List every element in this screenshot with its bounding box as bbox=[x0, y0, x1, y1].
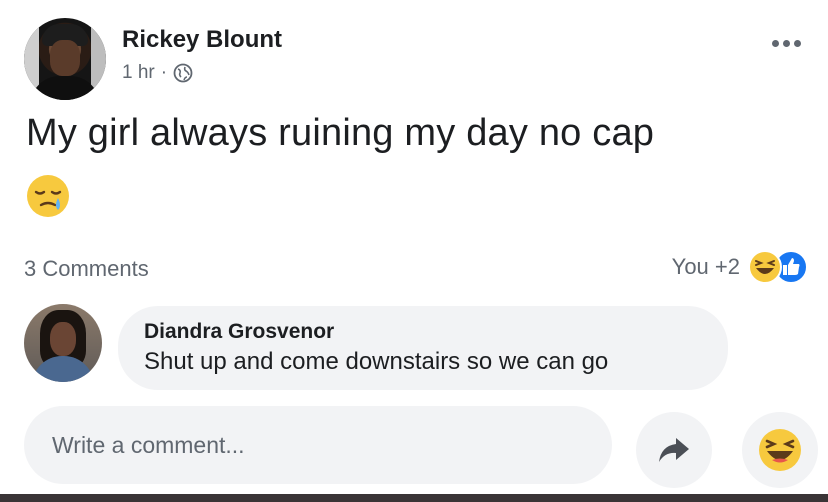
write-comment-input[interactable] bbox=[24, 406, 612, 484]
post-meta: 1 hr · bbox=[122, 62, 193, 84]
bottom-divider bbox=[0, 494, 828, 502]
crying-face-emoji bbox=[27, 175, 69, 217]
commenter-avatar[interactable] bbox=[24, 304, 102, 382]
reactions-summary[interactable]: You +2 bbox=[672, 250, 808, 284]
reactions-label: You +2 bbox=[671, 254, 740, 279]
comment-author-name[interactable]: Diandra Grosvenor bbox=[144, 320, 334, 344]
post-text: My girl always ruining my day no cap bbox=[26, 112, 655, 154]
comment-bubble: Diandra Grosvenor Shut up and come downs… bbox=[118, 306, 728, 390]
comment-text: Shut up and come downstairs so we can go bbox=[144, 348, 609, 375]
globe-icon bbox=[173, 63, 193, 83]
post-author-name[interactable]: Rickey Blount bbox=[122, 26, 282, 54]
author-avatar[interactable] bbox=[24, 18, 106, 100]
share-arrow-icon bbox=[659, 438, 689, 462]
post-timestamp[interactable]: 1 hr bbox=[122, 62, 155, 84]
haha-icon bbox=[748, 250, 782, 284]
share-button[interactable] bbox=[636, 412, 712, 488]
haha-icon bbox=[759, 429, 801, 471]
meta-separator: · bbox=[160, 62, 168, 83]
haha-reaction-button[interactable] bbox=[742, 412, 818, 488]
more-options-icon[interactable] bbox=[768, 36, 804, 50]
facebook-post: Rickey Blount 1 hr · My girl always ruin… bbox=[0, 0, 828, 502]
comments-count[interactable]: 3 Comments bbox=[24, 256, 149, 282]
